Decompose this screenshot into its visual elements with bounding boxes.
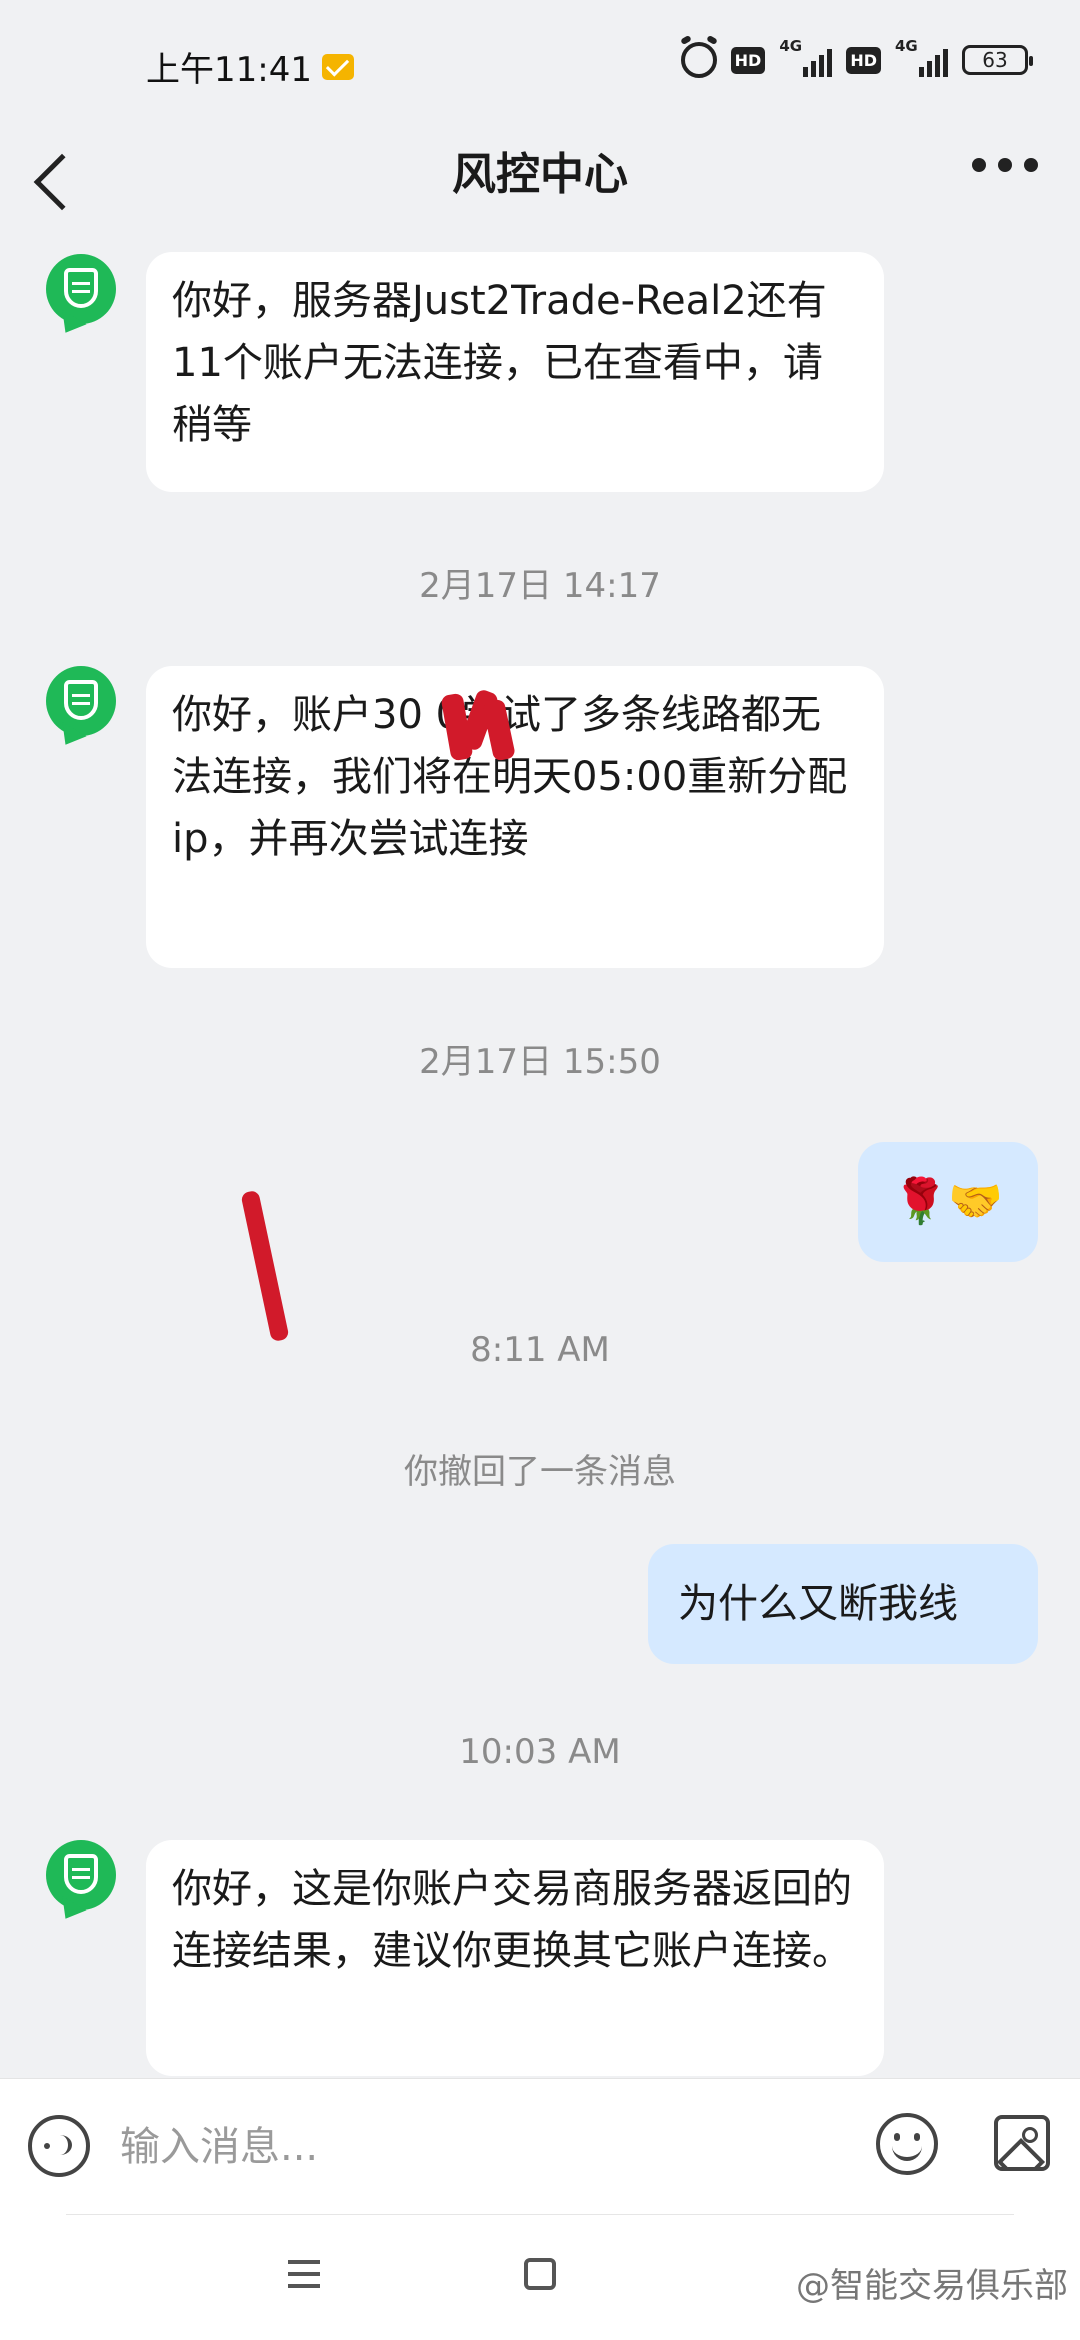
incoming-message-bubble[interactable]: 你好，账户30 0尝试了多条线路都无法连接，我们将在明天05:00重新分配ip，… bbox=[146, 666, 884, 968]
risk-center-avatar[interactable] bbox=[46, 254, 116, 324]
hd-badge-1: HD bbox=[730, 46, 766, 74]
signal-icon-2: 4G bbox=[895, 37, 948, 77]
emoji-icon[interactable] bbox=[876, 2113, 938, 2175]
signal-icon-1: 4G bbox=[779, 37, 833, 77]
page-title: 风控中心 bbox=[452, 149, 628, 200]
alarm-icon bbox=[680, 42, 717, 78]
shield-icon bbox=[64, 680, 98, 720]
network-type-2: 4G bbox=[895, 37, 918, 55]
message-timestamp: 10:03 AM bbox=[459, 1732, 621, 1772]
watermark-text: @智能交易俱乐部 bbox=[796, 2266, 1068, 2306]
message-input-bar bbox=[0, 2078, 1080, 2214]
status-time: 上午11:41 bbox=[146, 42, 354, 91]
red-scribble-mark bbox=[240, 1189, 290, 1343]
shield-icon bbox=[64, 1854, 98, 1894]
message-timestamp: 2月17日 15:50 bbox=[419, 1042, 661, 1082]
recalled-message-notice: 你撤回了一条消息 bbox=[404, 1452, 676, 1492]
voice-input-icon[interactable] bbox=[28, 2115, 90, 2177]
network-type-1: 4G bbox=[779, 37, 803, 55]
system-nav-bar: @智能交易俱乐部 bbox=[0, 2214, 1080, 2340]
menu-icon[interactable] bbox=[288, 2260, 320, 2296]
shield-icon bbox=[64, 268, 98, 308]
nav-divider bbox=[66, 2214, 1014, 2215]
incoming-message-bubble[interactable]: 你好，这是你账户交易商服务器返回的连接结果，建议你更换其它账户连接。 bbox=[146, 1840, 884, 2076]
risk-center-avatar[interactable] bbox=[46, 1840, 116, 1910]
outgoing-message-bubble[interactable]: 为什么又断我线 bbox=[648, 1544, 1038, 1664]
status-time-text: 上午11:41 bbox=[146, 50, 312, 90]
incoming-message-bubble[interactable]: 你好，服务器Just2Trade-Real2还有11个账户无法连接，已在查看中，… bbox=[146, 252, 884, 492]
chat-header: 风控中心 bbox=[0, 128, 1080, 238]
home-square-icon[interactable] bbox=[524, 2258, 556, 2290]
message-timestamp: 8:11 AM bbox=[470, 1330, 610, 1370]
message-input[interactable] bbox=[120, 2109, 820, 2185]
more-options-icon[interactable] bbox=[972, 158, 1038, 172]
status-bar: 上午11:41 HD 4G HD 4G 63 bbox=[0, 0, 1080, 128]
hd-badge-2: HD bbox=[846, 46, 881, 74]
image-picker-icon[interactable] bbox=[994, 2115, 1050, 2171]
outgoing-message-bubble[interactable]: 🌹🤝 bbox=[858, 1142, 1038, 1262]
status-icons: HD 4G HD 4G 63 bbox=[680, 37, 1033, 78]
mail-notification-icon bbox=[321, 53, 354, 80]
message-timestamp: 2月17日 14:17 bbox=[419, 566, 661, 606]
risk-center-avatar[interactable] bbox=[46, 666, 116, 736]
battery-icon: 63 bbox=[962, 45, 1033, 75]
